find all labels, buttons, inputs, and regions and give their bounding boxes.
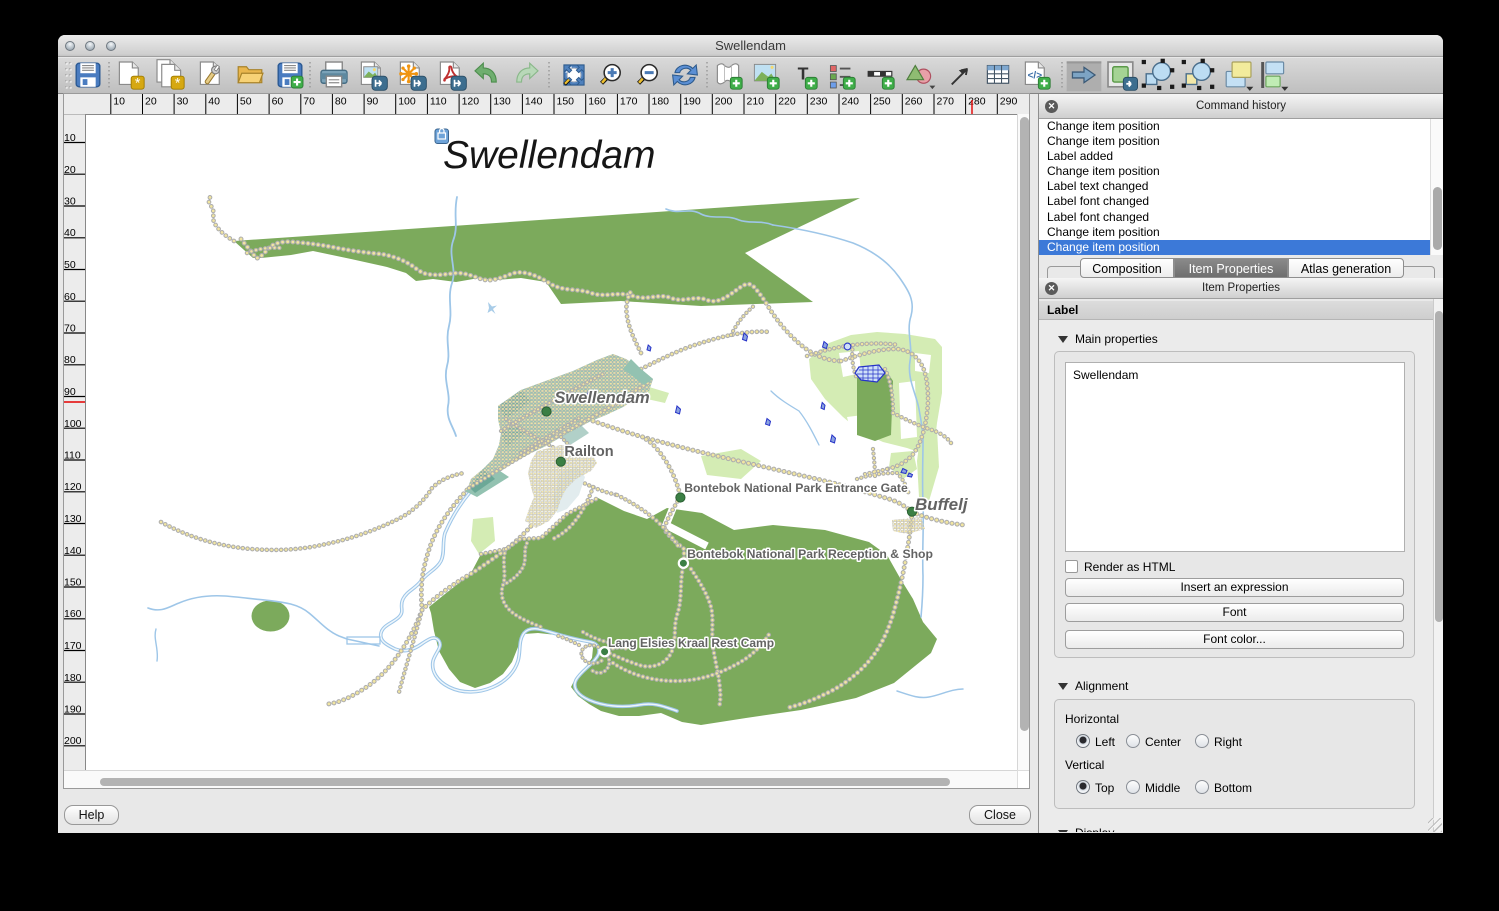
svg-text:220: 220 — [778, 96, 796, 108]
svg-text:Buffelj: Buffelj — [915, 495, 969, 514]
svg-text:10: 10 — [64, 132, 76, 144]
svg-text:70: 70 — [64, 323, 76, 335]
svg-text:40: 40 — [64, 227, 76, 239]
svg-text:*: * — [135, 75, 141, 91]
svg-text:280: 280 — [968, 96, 986, 108]
svg-text:20: 20 — [64, 164, 76, 176]
svg-text:130: 130 — [493, 96, 511, 108]
svg-text:50: 50 — [64, 259, 76, 271]
svg-text:230: 230 — [810, 96, 828, 108]
svg-text:150: 150 — [557, 96, 575, 108]
svg-text:200: 200 — [64, 735, 82, 747]
svg-text:190: 190 — [64, 704, 82, 716]
svg-text:130: 130 — [64, 513, 82, 525]
svg-text:210: 210 — [747, 96, 765, 108]
svg-text:10: 10 — [113, 96, 125, 108]
svg-text:70: 70 — [303, 96, 315, 108]
svg-text:*: * — [175, 75, 181, 91]
svg-text:170: 170 — [64, 640, 82, 652]
svg-text:110: 110 — [64, 450, 81, 462]
svg-text:Swellendam: Swellendam — [554, 389, 649, 407]
svg-text:90: 90 — [367, 96, 379, 108]
svg-text:Swellendam: Swellendam — [443, 134, 655, 177]
svg-text:20: 20 — [145, 96, 157, 108]
svg-text:190: 190 — [683, 96, 701, 108]
svg-text:240: 240 — [842, 96, 860, 108]
svg-text:290: 290 — [1000, 96, 1018, 108]
svg-text:140: 140 — [64, 545, 82, 557]
svg-text:100: 100 — [398, 96, 416, 108]
svg-text:Bontebok National Park Entranc: Bontebok National Park Entrance Gate — [684, 481, 908, 495]
svg-text:120: 120 — [462, 96, 480, 108]
svg-text:250: 250 — [873, 96, 891, 108]
svg-text:40: 40 — [208, 96, 220, 108]
svg-text:270: 270 — [937, 96, 955, 108]
svg-text:120: 120 — [64, 481, 82, 493]
svg-text:Railton: Railton — [564, 444, 613, 460]
svg-text:140: 140 — [525, 96, 543, 108]
svg-text:80: 80 — [335, 96, 347, 108]
svg-text:100: 100 — [64, 418, 82, 430]
svg-text:60: 60 — [64, 291, 76, 303]
svg-text:260: 260 — [905, 96, 923, 108]
svg-text:160: 160 — [64, 608, 82, 620]
svg-text:30: 30 — [177, 96, 189, 108]
svg-text:50: 50 — [240, 96, 252, 108]
svg-text:180: 180 — [64, 672, 82, 684]
svg-text:90: 90 — [64, 386, 76, 398]
svg-text:150: 150 — [64, 577, 82, 589]
svg-text:60: 60 — [272, 96, 284, 108]
svg-text:Bontebok National Park Recepti: Bontebok National Park Reception & Shop — [687, 547, 933, 561]
svg-text:160: 160 — [588, 96, 606, 108]
svg-text:110: 110 — [430, 96, 447, 108]
svg-text:30: 30 — [64, 196, 76, 208]
svg-text:170: 170 — [620, 96, 638, 108]
svg-text:200: 200 — [715, 96, 733, 108]
svg-text:80: 80 — [64, 354, 76, 366]
svg-text:Lang Elsies Kraal Rest Camp: Lang Elsies Kraal Rest Camp — [608, 636, 774, 650]
svg-text:180: 180 — [652, 96, 670, 108]
